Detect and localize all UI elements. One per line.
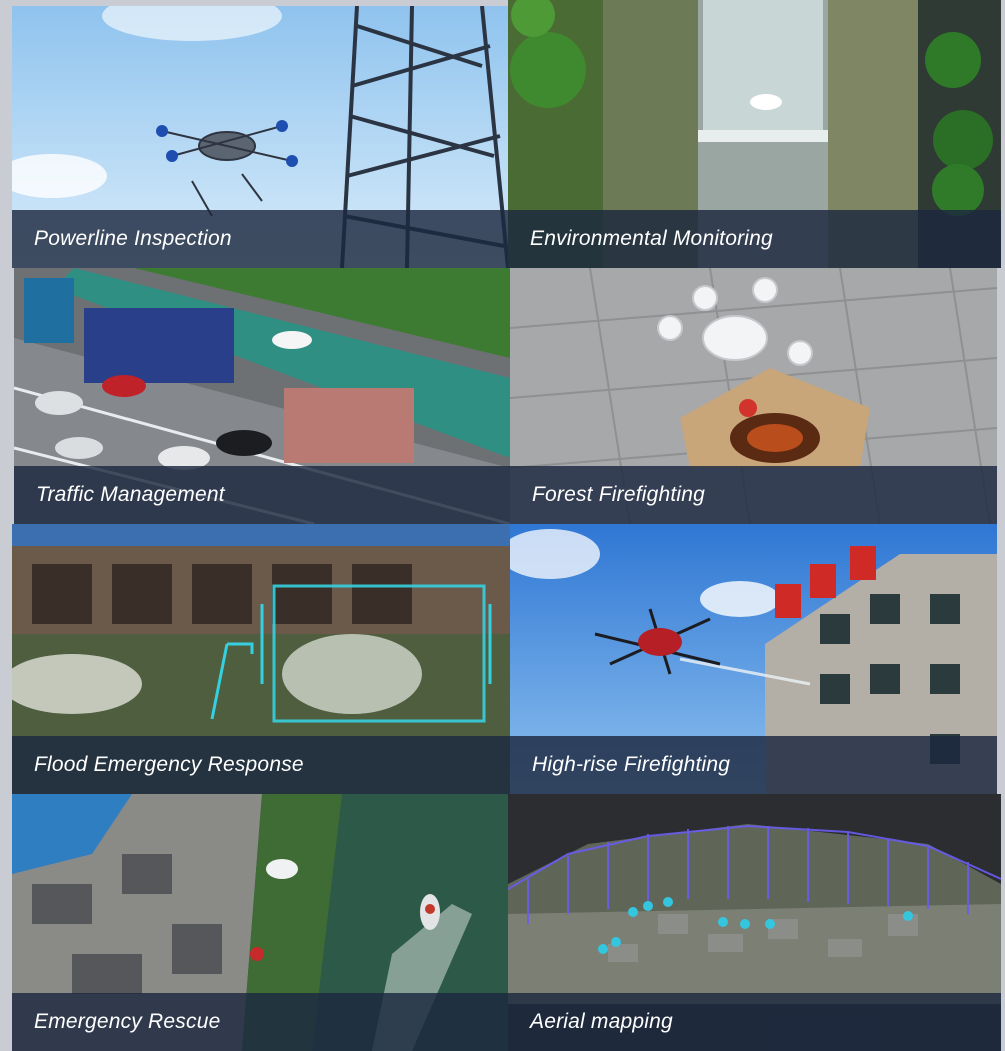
- tile-high-rise-firefighting[interactable]: High-rise Firefighting: [510, 524, 997, 794]
- tile-caption: Flood Emergency Response: [12, 736, 510, 794]
- tile-emergency-rescue[interactable]: Emergency Rescue: [12, 794, 510, 1051]
- tile-aerial-mapping[interactable]: Aerial mapping: [508, 794, 1001, 1051]
- tile-forest-firefighting[interactable]: Forest Firefighting: [510, 268, 997, 524]
- application-gallery-grid: Powerline Inspection Environmental Monit…: [0, 0, 1005, 1051]
- tile-caption: Aerial mapping: [508, 993, 1001, 1051]
- tile-traffic-management[interactable]: Traffic Management: [14, 268, 510, 524]
- tile-environmental-monitoring[interactable]: Environmental Monitoring: [508, 0, 1001, 268]
- tile-caption: Emergency Rescue: [12, 993, 510, 1051]
- tile-flood-emergency-response[interactable]: Flood Emergency Response: [12, 524, 510, 794]
- tile-caption: Powerline Inspection: [12, 210, 508, 268]
- tile-caption: Traffic Management: [14, 466, 510, 524]
- tile-caption: Environmental Monitoring: [508, 210, 1001, 268]
- tile-powerline-inspection[interactable]: Powerline Inspection: [12, 6, 508, 268]
- tile-caption: High-rise Firefighting: [510, 736, 997, 794]
- tile-caption: Forest Firefighting: [510, 466, 997, 524]
